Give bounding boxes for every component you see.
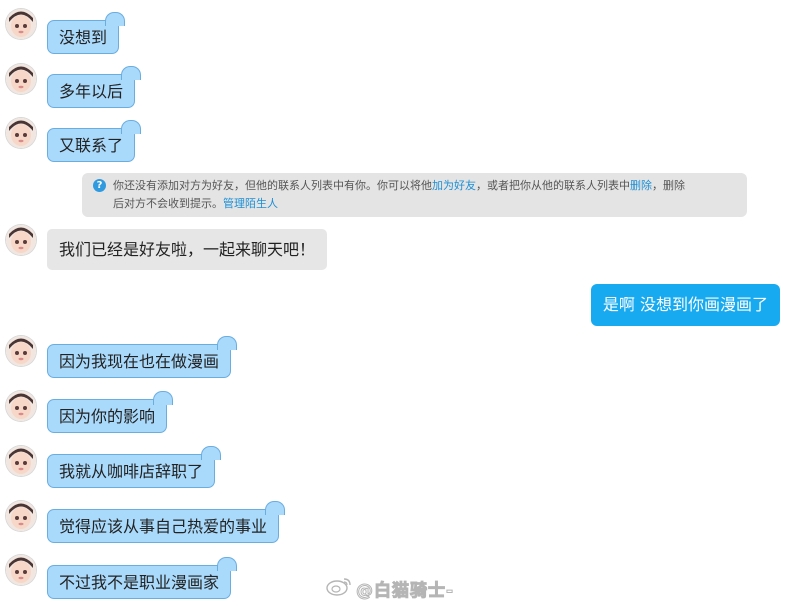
notice-text: 后对方不会收到提示。 xyxy=(113,197,223,210)
incoming-message[interactable]: 不过我不是职业漫画家 xyxy=(47,557,238,599)
notice-text: ，删除 xyxy=(652,179,685,192)
incoming-message[interactable]: 没想到 xyxy=(47,12,126,54)
message-text: 不过我不是职业漫画家 xyxy=(59,573,220,592)
avatar-image-icon xyxy=(6,555,36,585)
delete-link[interactable]: 删除 xyxy=(630,179,652,192)
avatar-image-icon xyxy=(6,64,36,94)
add-friend-link[interactable]: 加为好友 xyxy=(432,179,476,192)
message-text: 因为你的影响 xyxy=(59,407,156,426)
contact-avatar[interactable] xyxy=(6,336,36,366)
incoming-message[interactable]: 因为我现在也在做漫画 xyxy=(47,336,238,378)
avatar-image-icon xyxy=(6,501,36,531)
message-text: 因为我现在也在做漫画 xyxy=(59,352,220,371)
avatar-image-icon xyxy=(6,9,36,39)
stranger-notice: ? 你还没有添加对方为好友，但他的联系人列表中有你。你可以将他加为好友，或者把你… xyxy=(82,173,747,217)
message-text: 又联系了 xyxy=(59,136,124,155)
chat-window: 没想到 多年以后 又联系了 ? 你还没有添加对方为好友，但他的联系人列表中有你。… xyxy=(0,0,790,610)
contact-avatar[interactable] xyxy=(6,391,36,421)
weibo-logo-icon xyxy=(326,576,352,606)
contact-avatar[interactable] xyxy=(6,64,36,94)
avatar-image-icon xyxy=(6,225,36,255)
message-text: 觉得应该从事自己热爱的事业 xyxy=(59,517,268,536)
message-text: 没想到 xyxy=(59,28,108,47)
contact-avatar[interactable] xyxy=(6,9,36,39)
avatar-image-icon xyxy=(6,118,36,148)
watermark: @白猫骑士- xyxy=(326,576,454,606)
greeting-message[interactable]: 我们已经是好友啦，一起来聊天吧！ xyxy=(47,229,328,270)
notice-text: ，或者把你从他的联系人列表中 xyxy=(476,179,630,192)
contact-avatar[interactable] xyxy=(6,225,36,255)
avatar-image-icon xyxy=(6,336,36,366)
contact-avatar[interactable] xyxy=(6,118,36,148)
message-text: 多年以后 xyxy=(59,82,124,101)
outgoing-message[interactable]: 是啊 没想到你画漫画了 xyxy=(590,284,780,326)
avatar-image-icon xyxy=(6,446,36,476)
incoming-message[interactable]: 因为你的影响 xyxy=(47,391,174,433)
question-mark-icon: ? xyxy=(93,179,106,192)
avatar-image-icon xyxy=(6,391,36,421)
incoming-message[interactable]: 又联系了 xyxy=(47,120,142,162)
message-text: 我就从咖啡店辞职了 xyxy=(59,462,204,481)
contact-avatar[interactable] xyxy=(6,501,36,531)
incoming-message[interactable]: 我就从咖啡店辞职了 xyxy=(47,446,222,488)
watermark-text: @白猫骑士- xyxy=(355,581,455,602)
contact-avatar[interactable] xyxy=(6,446,36,476)
incoming-message[interactable]: 觉得应该从事自己热爱的事业 xyxy=(47,501,286,543)
contact-avatar[interactable] xyxy=(6,555,36,585)
notice-text: 你还没有添加对方为好友，但他的联系人列表中有你。你可以将他 xyxy=(113,179,432,192)
incoming-message[interactable]: 多年以后 xyxy=(47,66,142,108)
message-text: 我们已经是好友啦，一起来聊天吧！ xyxy=(59,240,316,259)
manage-strangers-link[interactable]: 管理陌生人 xyxy=(223,197,278,210)
message-text: 是啊 没想到你画漫画了 xyxy=(602,295,768,314)
